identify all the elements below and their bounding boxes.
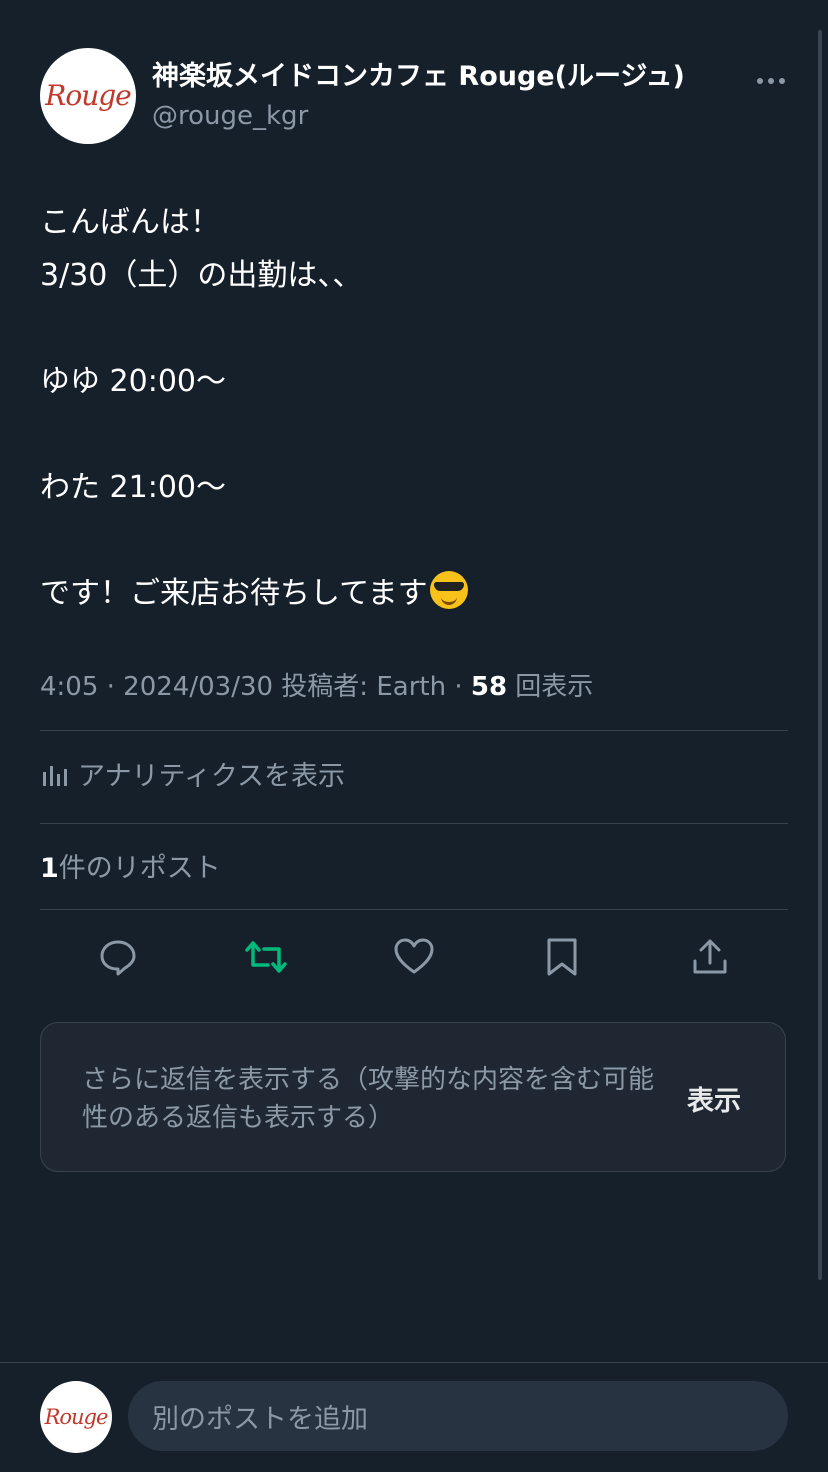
author-display-name[interactable]: 神楽坂メイドコンカフェ Rouge(ルージュ) <box>152 54 685 93</box>
tweet-body-line: こんばんは！ <box>40 205 220 240</box>
tweet-body: こんばんは！ 3/30（土）の出勤は、、 ゆゆ 20:00〜 わた 21:00〜… <box>40 196 780 620</box>
author-handle[interactable]: @rouge_kgr <box>152 101 685 131</box>
author-avatar[interactable]: Rouge <box>40 48 136 144</box>
share-button[interactable] <box>685 932 735 982</box>
tweet-body-text: です！ご来店お待ちしてます <box>40 576 428 611</box>
repost-button[interactable] <box>241 932 291 982</box>
divider <box>40 730 788 731</box>
tweet-timestamp[interactable]: 4:05 · 2024/03/30 <box>40 672 273 702</box>
composer-avatar[interactable]: Rouge <box>40 1381 112 1453</box>
view-analytics-link[interactable]: アナリティクスを表示 <box>40 754 345 793</box>
tweet-meta: 4:05 · 2024/03/30 投稿者: Earth · 58 回表示 <box>40 666 593 703</box>
tweet-detail-screen: Rouge 神楽坂メイドコンカフェ Rouge(ルージュ) @rouge_kgr… <box>0 0 828 1472</box>
tweet-body-last-line: です！ご来店お待ちしてます <box>40 567 780 620</box>
add-post-input[interactable]: 別のポストを追加 <box>128 1381 788 1451</box>
repost-icon <box>245 941 287 973</box>
tweet-header: Rouge 神楽坂メイドコンカフェ Rouge(ルージュ) @rouge_kgr <box>40 48 790 146</box>
avatar-logo: Rouge <box>45 79 131 112</box>
tweet-body-line: わた 21:00〜 <box>40 470 226 505</box>
views-count: 58 <box>470 672 508 702</box>
like-button[interactable] <box>389 932 439 982</box>
tweet-actions <box>40 932 788 982</box>
heart-icon <box>394 938 434 974</box>
divider <box>40 823 788 824</box>
tweet-body-line <box>40 514 780 567</box>
tweet-body-line <box>40 408 780 461</box>
scrollbar[interactable] <box>818 30 822 1280</box>
share-icon <box>693 939 727 974</box>
composer-bar: Rouge 別のポストを追加 <box>0 1362 828 1472</box>
bookmark-button[interactable] <box>537 932 587 982</box>
tweet-body-line: ゆゆ 20:00〜 <box>40 364 226 399</box>
reposts-count-link[interactable]: 1件のリポスト <box>40 846 221 885</box>
more-options-icon[interactable] <box>756 62 786 92</box>
author-names: 神楽坂メイドコンカフェ Rouge(ルージュ) @rouge_kgr <box>152 54 685 131</box>
reply-button[interactable] <box>93 932 143 982</box>
more-replies-text: さらに返信を表示する（攻撃的な内容を含む可能性のある返信も表示する） <box>82 1065 655 1133</box>
divider <box>40 909 788 910</box>
bookmark-icon <box>547 938 577 976</box>
views-label: 回表示 <box>507 672 594 702</box>
add-post-placeholder: 別のポストを追加 <box>152 1403 368 1435</box>
avatar-logo: Rouge <box>44 1405 109 1429</box>
tweet-body-line <box>40 302 780 355</box>
reposts-label: 件のリポスト <box>58 853 221 884</box>
tweet-posted-by: 投稿者: Earth · <box>273 672 471 702</box>
reposts-count: 1 <box>40 853 59 884</box>
analytics-icon <box>43 765 67 786</box>
more-replies-panel: さらに返信を表示する（攻撃的な内容を含む可能性のある返信も表示する） 表示 <box>40 1022 786 1172</box>
show-more-replies-button[interactable]: 表示 <box>687 1079 741 1118</box>
sunglasses-emoji-icon <box>429 571 468 609</box>
analytics-label: アナリティクスを表示 <box>78 761 346 792</box>
tweet-body-line: 3/30（土）の出勤は、、 <box>40 258 363 293</box>
reply-icon <box>100 940 136 976</box>
